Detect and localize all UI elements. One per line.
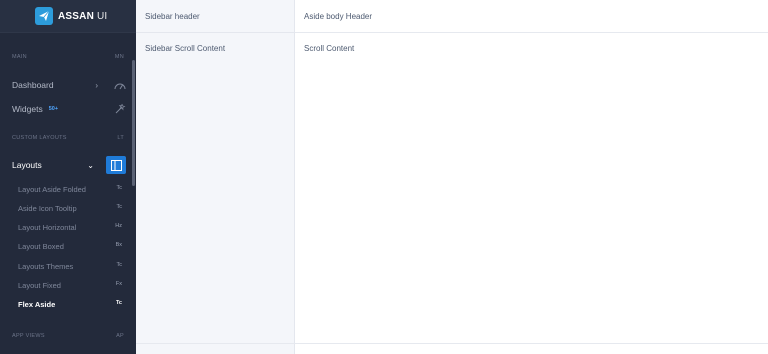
submenu-label: Layouts Themes — [18, 262, 74, 271]
nav-item-layouts[interactable]: Layouts ⌄ — [12, 156, 126, 174]
submenu-label: Layout Boxed — [18, 242, 64, 251]
layout-icon — [106, 156, 126, 174]
submenu-short: Tc — [115, 300, 122, 306]
submenu-item[interactable]: Layout Horizontal Hz — [18, 223, 122, 232]
sidebar: Sidebar header Sidebar Scroll Content — [136, 0, 295, 354]
chevron-right-icon: › — [95, 80, 98, 90]
aside-header: Aside body Header — [295, 0, 768, 33]
submenu-label: Layout Fixed — [18, 281, 61, 290]
speedometer-icon — [114, 79, 126, 91]
footer-divider — [136, 343, 768, 344]
paper-plane-icon — [35, 7, 53, 25]
submenu-label: Layout Horizontal — [18, 223, 77, 232]
submenu-short: Tc — [116, 204, 123, 210]
nav-item-label: Widgets — [12, 104, 43, 114]
brand-name: ASSAN UI — [58, 11, 107, 22]
submenu-label: Aside Icon Tooltip — [18, 204, 77, 213]
submenu-short: Tc — [116, 262, 123, 268]
submenu-short: Bx — [115, 242, 122, 248]
nav-item-label: Dashboard — [12, 80, 54, 90]
section-label: APP VIEWS — [12, 333, 45, 339]
submenu-item[interactable]: Layout Fixed Fx — [18, 281, 122, 290]
brand-suffix: UI — [97, 10, 108, 22]
nav-scrollbar[interactable] — [132, 60, 135, 186]
section-short: LT — [117, 135, 124, 141]
submenu-short: Fx — [115, 281, 122, 287]
aside-body: Aside body Header Scroll Content — [295, 0, 768, 354]
section-short: AP — [116, 333, 124, 339]
brand-title: ASSAN — [58, 10, 95, 22]
brand[interactable]: ASSAN UI — [0, 0, 136, 33]
submenu-label: Layout Aside Folded — [18, 185, 86, 194]
submenu-item[interactable]: Layout Boxed Bx — [18, 242, 122, 251]
aside-scroll-content: Scroll Content — [304, 44, 355, 53]
nav-item-label: Layouts — [12, 160, 42, 170]
section-app-views: APP VIEWS AP — [12, 333, 124, 339]
nav-item-widgets[interactable]: Widgets 50+ — [12, 103, 126, 115]
submenu-short: Tc — [116, 185, 123, 191]
nav-item-dashboard[interactable]: Dashboard › — [12, 79, 126, 91]
magic-wand-icon — [114, 103, 126, 115]
widgets-badge: 50+ — [48, 106, 59, 112]
submenu-item-active[interactable]: Flex Aside Tc — [18, 300, 122, 309]
main-navigation: ASSAN UI MAIN MN Dashboard › Widgets 50+ … — [0, 0, 136, 354]
section-custom-layouts: CUSTOM LAYOUTS LT — [12, 135, 124, 141]
sidebar-scroll-content: Sidebar Scroll Content — [145, 44, 226, 53]
submenu-item[interactable]: Layouts Themes Tc — [18, 262, 122, 271]
submenu-short: Hz — [115, 223, 122, 229]
submenu-item[interactable]: Aside Icon Tooltip Tc — [18, 204, 122, 213]
section-short: MN — [114, 54, 124, 60]
chevron-down-icon: ⌄ — [87, 160, 94, 170]
submenu-item[interactable]: Layout Aside Folded Tc — [18, 185, 122, 194]
section-label: MAIN — [12, 54, 27, 60]
sidebar-header: Sidebar header — [136, 0, 294, 33]
submenu-label: Flex Aside — [18, 300, 56, 309]
section-main: MAIN MN — [12, 54, 124, 60]
section-label: CUSTOM LAYOUTS — [12, 135, 67, 141]
